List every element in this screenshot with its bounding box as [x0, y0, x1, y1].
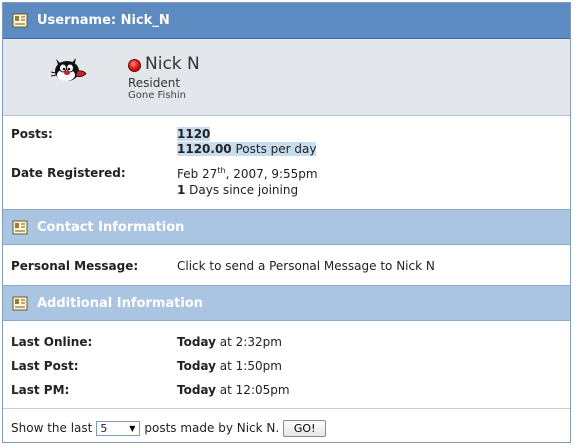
- last-post-time: at 1:50pm: [215, 359, 282, 373]
- contact-section-title: Contact Information: [37, 219, 185, 235]
- profile-card-icon: [12, 296, 28, 310]
- registered-suffix: th: [217, 166, 226, 175]
- personal-message-label: Personal Message:: [11, 259, 139, 273]
- days-text: Days since joining: [185, 183, 299, 197]
- send-personal-message-link[interactable]: Click to send a Personal Message to Nick…: [177, 259, 435, 273]
- posts-per-day-number: 1120.00: [177, 142, 232, 156]
- last-pm-value: Today at 12:05pm: [177, 383, 290, 397]
- registered-label: Date Registered:: [11, 166, 126, 180]
- last-online-day: Today: [177, 335, 216, 349]
- profile-panel: Username: Nick_N Nick N Resident Gone Fi…: [2, 2, 571, 443]
- posts-count-value: 1120: [177, 127, 211, 141]
- registered-date: Feb 27th, 2007, 9:55pm: [177, 166, 318, 181]
- profile-card-icon: [12, 13, 28, 28]
- chevron-down-icon[interactable]: ▼: [125, 422, 139, 435]
- profile-display-name: Nick N: [145, 54, 200, 74]
- last-post-label: Last Post:: [11, 359, 79, 373]
- post-count-selected: 5: [100, 421, 108, 435]
- last-post-value: Today at 1:50pm: [177, 359, 282, 373]
- last-pm-day: Today: [177, 383, 216, 397]
- last-post-day: Today: [177, 359, 216, 373]
- post-count-select[interactable]: 5 ▼: [96, 420, 141, 436]
- profile-summary: Nick N Resident Gone Fishin: [3, 39, 570, 116]
- posts-per-day-value: 1120.00 Posts per day: [177, 142, 317, 156]
- profile-header-title: Username: Nick_N: [37, 13, 170, 28]
- registered-month-day: Feb 27: [177, 167, 218, 181]
- profile-custom-title: Gone Fishin: [128, 90, 187, 101]
- recent-posts-footer: Show the last 5 ▼ posts made by Nick N. …: [3, 413, 570, 443]
- registered-rest: , 2007, 9:55pm: [225, 167, 318, 181]
- posts-label: Posts:: [11, 127, 53, 141]
- additional-section-title: Additional Information: [37, 295, 204, 311]
- footer-prefix: Show the last: [11, 421, 93, 435]
- avatar: [50, 58, 87, 81]
- days-since-joining: 1 Days since joining: [177, 183, 298, 197]
- profile-header: Username: Nick_N: [3, 3, 570, 39]
- additional-section-header: Additional Information: [3, 285, 570, 321]
- last-pm-time: at 12:05pm: [215, 383, 290, 397]
- footer-divider: [3, 408, 570, 409]
- offline-status-icon: [128, 59, 141, 72]
- posts-count: 1120: [177, 127, 211, 141]
- profile-rank: Resident: [128, 76, 181, 90]
- footer-suffix: posts made by Nick N.: [144, 421, 280, 435]
- last-pm-label: Last PM:: [11, 383, 70, 397]
- posts-per-day-text: Posts per day: [231, 142, 317, 156]
- contact-section-header: Contact Information: [3, 209, 570, 245]
- profile-card-icon: [12, 220, 28, 234]
- last-online-time: at 2:32pm: [215, 335, 282, 349]
- last-online-label: Last Online:: [11, 335, 93, 349]
- last-online-value: Today at 2:32pm: [177, 335, 282, 349]
- go-button[interactable]: GO!: [283, 419, 327, 437]
